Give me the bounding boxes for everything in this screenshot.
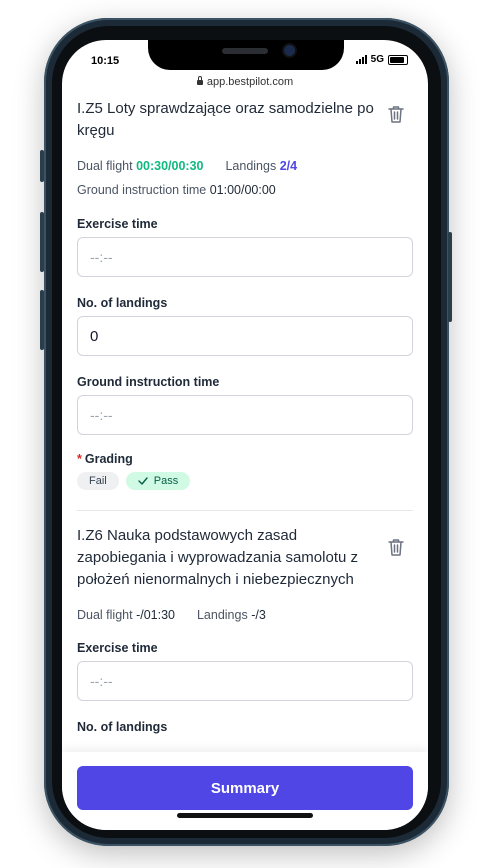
grading-label-text: Grading — [84, 452, 133, 466]
exercise-time-label: Exercise time — [77, 217, 158, 231]
home-indicator — [177, 813, 313, 818]
dual-flight-value: -/01:30 — [136, 608, 175, 622]
ground-field-label: Ground instruction time — [77, 375, 220, 389]
exercise-time-group: Exercise time --:-- — [77, 641, 413, 701]
signal-icon — [355, 55, 367, 64]
power-button — [448, 232, 452, 322]
url-text: app.bestpilot.com — [206, 76, 294, 88]
exercise-list: I.Z5 Loty sprawdzające oraz samodzielne … — [77, 98, 413, 830]
ground-value: 01:00/00:00 — [209, 183, 276, 197]
grading-label: * Grading — [77, 452, 413, 466]
trash-icon[interactable] — [387, 537, 405, 557]
landings-label: Landings — [196, 608, 248, 622]
exercise-title: I.Z6 Nauka podstawowych zasad zapobiegan… — [77, 527, 359, 588]
camera — [284, 45, 295, 56]
exercise-header: I.Z5 Loty sprawdzające oraz samodzielne … — [77, 98, 413, 142]
exercise-time-group: Exercise time --:-- — [77, 217, 413, 277]
landings-group: No. of landings 0 — [77, 296, 413, 356]
exercise-time-input[interactable]: --:-- — [77, 237, 413, 277]
section-divider — [77, 510, 413, 511]
volume-up-button — [40, 212, 44, 272]
status-icons: 5G — [355, 54, 408, 65]
exercise-header: I.Z6 Nauka podstawowych zasad zapobiegan… — [77, 525, 413, 591]
lock-icon — [196, 76, 203, 85]
ground-stats: Ground instruction time 01:00/00:00 — [77, 183, 413, 197]
landings-group: No. of landings — [77, 720, 413, 734]
grading-options: Fail Pass — [77, 472, 413, 490]
ground-label: Ground instruction time — [77, 183, 207, 197]
speaker — [222, 48, 268, 54]
network-type: 5G — [370, 54, 384, 65]
volume-down-button — [40, 290, 44, 350]
exercise-stats: Dual flight 00:30/00:30 Landings 2/4 — [77, 159, 413, 173]
status-time: 10:15 — [91, 55, 120, 67]
grade-pass-chip[interactable]: Pass — [125, 472, 191, 490]
required-mark: * — [77, 452, 82, 466]
silent-switch — [40, 150, 44, 182]
address-bar[interactable]: app.bestpilot.com — [62, 76, 428, 88]
grade-fail-label: Fail — [89, 475, 107, 487]
exercise-title: I.Z5 Loty sprawdzające oraz samodzielne … — [77, 100, 374, 139]
phone-screen: 10:15 5G app.bestpilot.com I.Z5 Loty spr… — [62, 40, 428, 830]
trash-icon[interactable] — [387, 104, 405, 124]
check-icon — [138, 477, 148, 485]
landings-field-label: No. of landings — [77, 296, 168, 310]
dual-flight-value: 00:30/00:30 — [136, 159, 204, 173]
exercise-stats: Dual flight -/01:30 Landings -/3 — [77, 608, 413, 622]
ground-time-group: Ground instruction time --:-- — [77, 375, 413, 435]
landings-input[interactable]: 0 — [77, 316, 413, 356]
landings-label: Landings — [225, 159, 277, 173]
landings-field-label: No. of landings — [77, 720, 168, 734]
landings-value: 2/4 — [279, 159, 298, 173]
landings-value: -/3 — [251, 608, 266, 622]
bottom-bar: Summary — [62, 752, 428, 830]
exercise-time-label: Exercise time — [77, 641, 158, 655]
grade-fail-chip[interactable]: Fail — [77, 472, 119, 490]
summary-button[interactable]: Summary — [77, 766, 413, 810]
grade-pass-label: Pass — [153, 475, 179, 487]
grading-group: * Grading Fail Pass — [77, 452, 413, 490]
battery-icon — [388, 54, 408, 65]
dual-flight-label: Dual flight — [77, 159, 133, 173]
dual-flight-label: Dual flight — [77, 608, 133, 622]
notch — [148, 40, 344, 70]
exercise-time-input[interactable]: --:-- — [77, 661, 413, 701]
ground-time-input[interactable]: --:-- — [77, 395, 413, 435]
